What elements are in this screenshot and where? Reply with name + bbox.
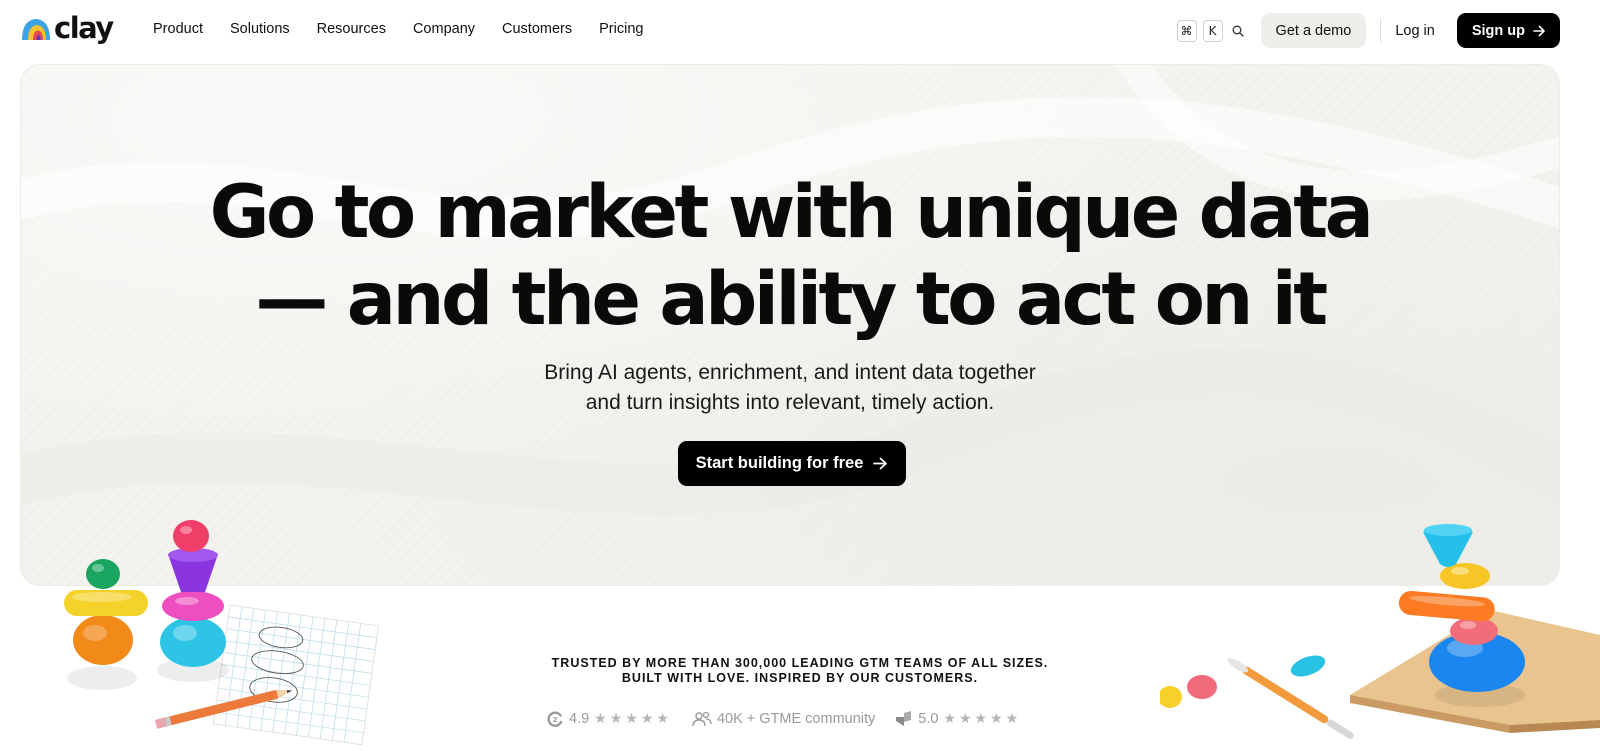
- start-building-button[interactable]: Start building for free: [678, 441, 906, 486]
- community-label: 40K + GTME community: [716, 711, 876, 727]
- g2-icon: 2: [547, 711, 563, 727]
- nav-company[interactable]: Company: [413, 21, 475, 37]
- community-icon: [692, 711, 712, 727]
- svg-text:2: 2: [553, 716, 558, 724]
- k-key[interactable]: K: [1202, 19, 1223, 42]
- clay-logo-icon: [22, 18, 50, 40]
- hero-subheading: Bring AI agents, enrichment, and intent …: [21, 358, 1559, 418]
- trust-statement: TRUSTED BY MORE THAN 300,000 LEADING GTM…: [0, 656, 1600, 686]
- signup-label: Sign up: [1471, 22, 1525, 39]
- capterra-icon: [896, 711, 912, 726]
- capterra-rating[interactable]: 5.0 ★★★★★: [895, 711, 1021, 727]
- nav-solutions[interactable]: Solutions: [230, 21, 290, 37]
- headline-line-1: Go to market with unique data: [209, 170, 1374, 255]
- hero-section: Go to market with unique data — and the …: [20, 64, 1560, 586]
- nav-actions: ⌘ K Get a demo Log in Sign up: [1176, 13, 1560, 48]
- nav-divider: [1380, 18, 1382, 43]
- capterra-stars: ★★★★★: [943, 711, 1022, 727]
- arrow-right-icon: [1533, 25, 1545, 36]
- clay-logo[interactable]: clay: [20, 11, 114, 45]
- capterra-score: 5.0: [918, 711, 939, 727]
- community-rating[interactable]: 40K + GTME community: [692, 711, 875, 727]
- top-navigation: clay Product Solutions Resources Company…: [0, 0, 1600, 62]
- trust-line-2: BUILT WITH LOVE. INSPIRED BY OUR CUSTOME…: [621, 671, 979, 685]
- nav-product[interactable]: Product: [153, 21, 203, 37]
- g2-rating[interactable]: 2 4.9 ★★★★★: [546, 710, 672, 728]
- hero-headline: Go to market with unique data — and the …: [21, 169, 1559, 343]
- nav-pricing[interactable]: Pricing: [599, 21, 643, 37]
- arrow-right-icon: [873, 457, 888, 470]
- signup-button[interactable]: Sign up: [1456, 13, 1560, 48]
- nav-customers[interactable]: Customers: [502, 21, 572, 37]
- subhead-line-1: Bring AI agents, enrichment, and intent …: [544, 361, 1036, 384]
- get-demo-button[interactable]: Get a demo: [1260, 13, 1367, 48]
- subhead-line-2: and turn insights into relevant, timely …: [585, 391, 995, 414]
- g2-score: 4.9: [569, 711, 590, 727]
- trust-line-1: TRUSTED BY MORE THAN 300,000 LEADING GTM…: [551, 656, 1049, 670]
- nav-links: Product Solutions Resources Company Cust…: [153, 21, 643, 37]
- clay-sculptures-right-illustration: [1160, 524, 1600, 740]
- brand-name: clay: [54, 11, 114, 45]
- login-button[interactable]: Log in: [1395, 23, 1435, 39]
- command-key[interactable]: ⌘: [1176, 19, 1197, 42]
- g2-stars: ★★★★★: [594, 711, 672, 727]
- search-icon[interactable]: [1229, 22, 1247, 40]
- headline-line-2: — and the ability to act on it: [255, 257, 1328, 342]
- nav-resources[interactable]: Resources: [317, 21, 386, 37]
- cta-label: Start building for free: [695, 454, 864, 472]
- clay-sculptures-left-illustration: [64, 520, 380, 746]
- ratings-row: 2 4.9 ★★★★★ 40K + GTME community 5.0 ★★★…: [546, 710, 1021, 728]
